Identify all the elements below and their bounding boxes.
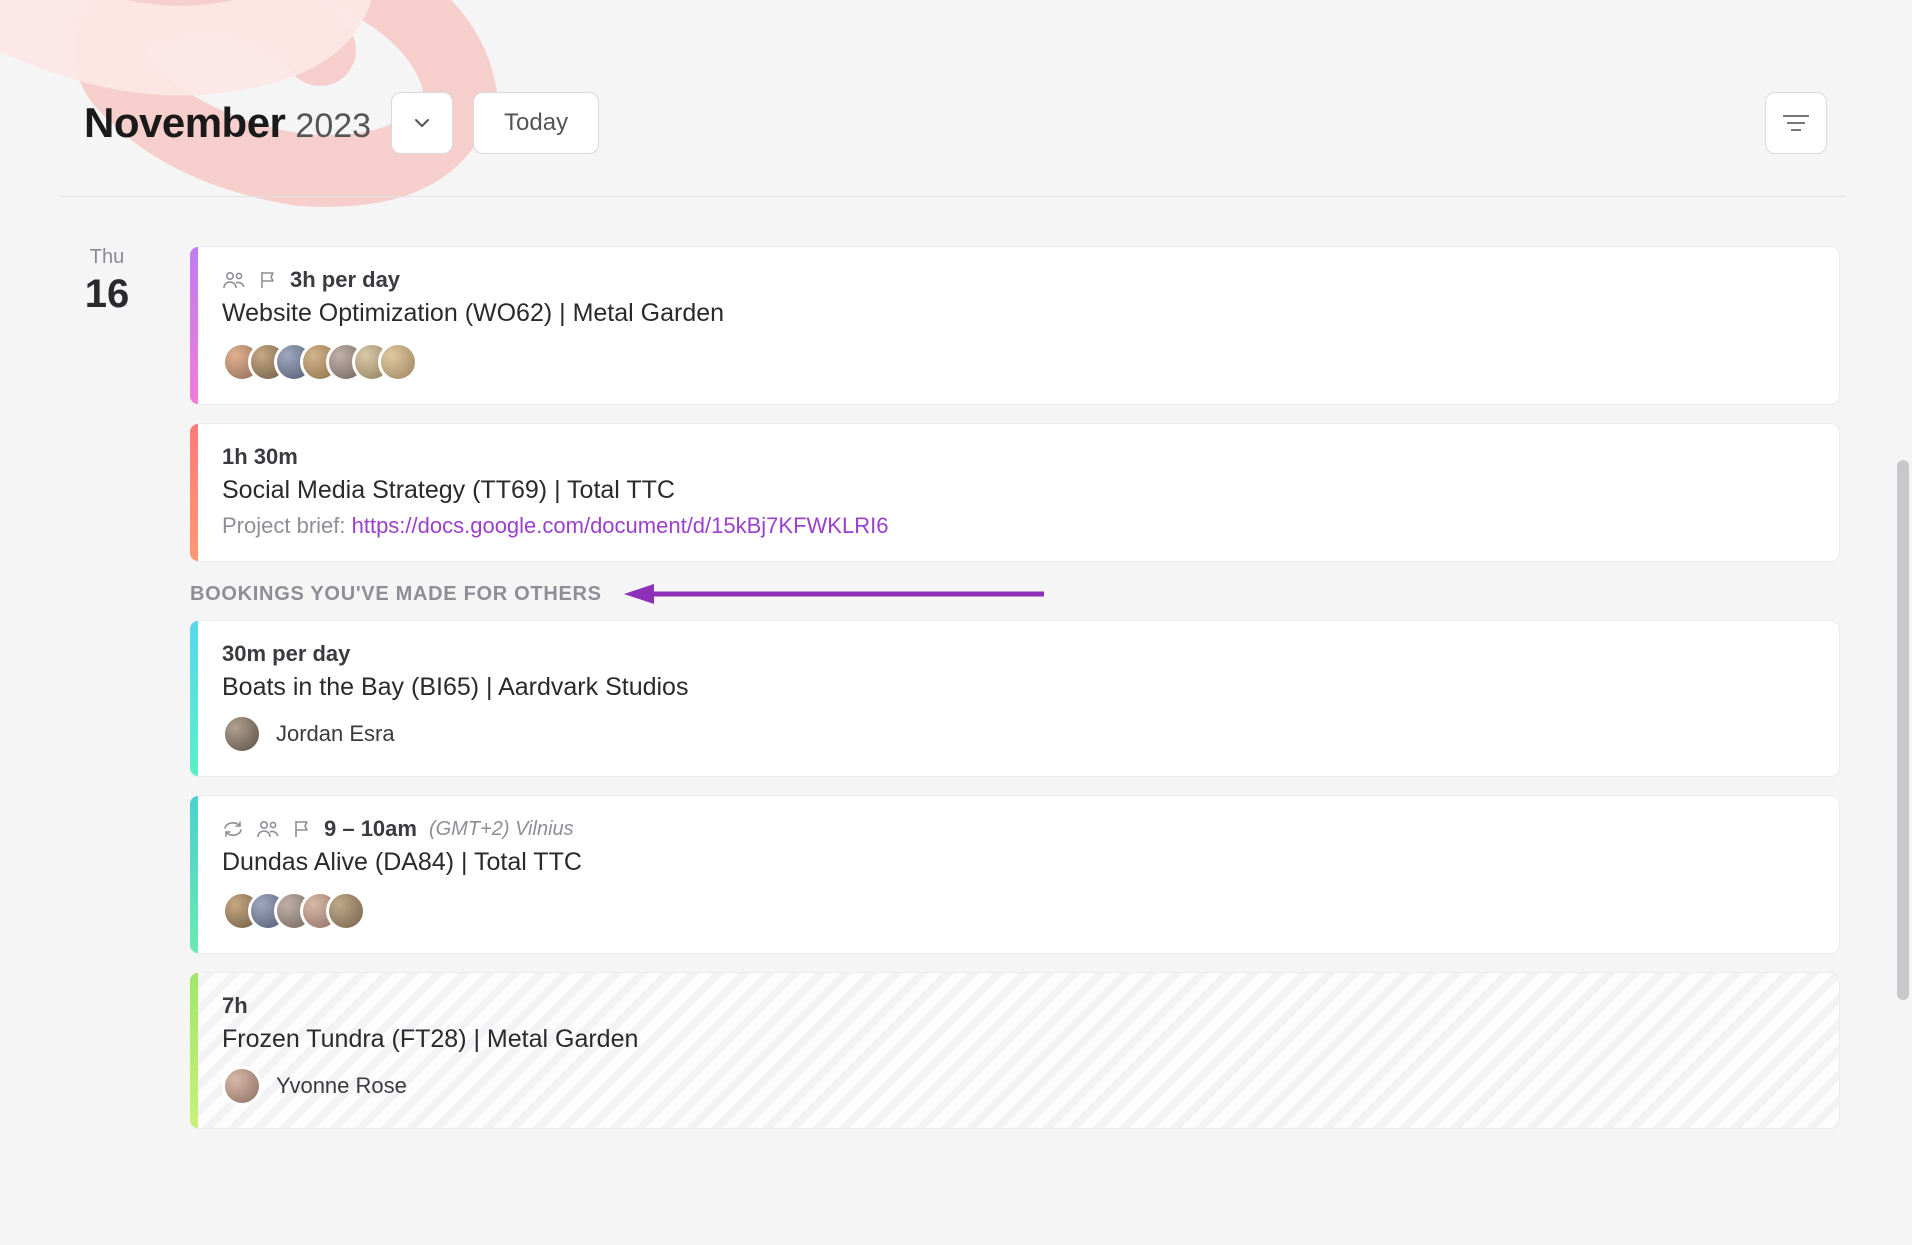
day-content: Thu 16 3h per day Webs — [80, 246, 1845, 1147]
header: November 2023 Today — [84, 92, 1827, 154]
booking-title: Dundas Alive (DA84) | Total TTC — [222, 848, 1811, 877]
flag-icon — [258, 270, 278, 290]
booking-card[interactable]: 1h 30m Social Media Strategy (TT69) | To… — [190, 423, 1840, 562]
booking-title: Frozen Tundra (FT28) | Metal Garden — [222, 1025, 1811, 1054]
card-accent — [190, 247, 198, 404]
arrow-annotation — [624, 582, 1044, 606]
booking-time: 1h 30m — [222, 444, 298, 470]
month-label: November — [84, 99, 285, 147]
card-accent — [190, 973, 198, 1128]
booking-title: Website Optimization (WO62) | Metal Gard… — [222, 299, 1811, 328]
booking-time: 3h per day — [290, 267, 400, 293]
booking-time: 9 – 10am — [324, 816, 417, 842]
avatar — [222, 714, 262, 754]
header-divider — [60, 196, 1845, 197]
day-name: Thu — [80, 246, 134, 269]
assignee: Yvonne Rose — [222, 1066, 1811, 1106]
flag-icon — [292, 819, 312, 839]
assignee: Jordan Esra — [222, 714, 1811, 754]
avatar — [222, 1066, 262, 1106]
avatar-stack — [222, 891, 1811, 931]
booking-brief: Project brief: https://docs.google.com/d… — [222, 513, 1811, 539]
booking-title: Social Media Strategy (TT69) | Total TTC — [222, 476, 1811, 505]
repeat-icon — [222, 819, 244, 839]
assignee-name: Jordan Esra — [276, 721, 395, 747]
booking-card[interactable]: 3h per day Website Optimization (WO62) |… — [190, 246, 1840, 405]
month-dropdown-button[interactable] — [391, 92, 453, 154]
booking-timezone: (GMT+2) Vilnius — [429, 818, 574, 841]
avatar — [378, 342, 418, 382]
avatar-stack — [222, 342, 1811, 382]
card-accent — [190, 621, 198, 776]
booking-card[interactable]: 7h Frozen Tundra (FT28) | Metal Garden Y… — [190, 972, 1840, 1129]
people-icon — [222, 270, 246, 290]
chevron-down-icon — [412, 113, 432, 133]
people-icon — [256, 819, 280, 839]
booking-time: 7h — [222, 993, 248, 1019]
booking-card[interactable]: 9 – 10am (GMT+2) Vilnius Dundas Alive (D… — [190, 795, 1840, 954]
day-number: 16 — [80, 273, 134, 315]
brief-label: Project brief: — [222, 513, 352, 538]
booking-time: 30m per day — [222, 641, 350, 667]
brief-link[interactable]: https://docs.google.com/document/d/15kBj… — [352, 513, 889, 538]
filter-icon — [1783, 115, 1809, 131]
section-label: BOOKINGS YOU'VE MADE FOR OTHERS — [190, 583, 602, 606]
section-row: BOOKINGS YOU'VE MADE FOR OTHERS — [190, 582, 1840, 606]
booking-card[interactable]: 30m per day Boats in the Bay (BI65) | Aa… — [190, 620, 1840, 777]
year-label: 2023 — [295, 107, 371, 146]
today-button[interactable]: Today — [473, 92, 599, 154]
avatar — [326, 891, 366, 931]
card-accent — [190, 796, 198, 953]
month-year-title: November 2023 — [84, 99, 371, 147]
day-label: Thu 16 — [80, 246, 134, 1147]
scrollbar-thumb[interactable] — [1897, 460, 1909, 1000]
assignee-name: Yvonne Rose — [276, 1073, 407, 1099]
filter-button[interactable] — [1765, 92, 1827, 154]
booking-title: Boats in the Bay (BI65) | Aardvark Studi… — [222, 673, 1811, 702]
card-accent — [190, 424, 198, 561]
